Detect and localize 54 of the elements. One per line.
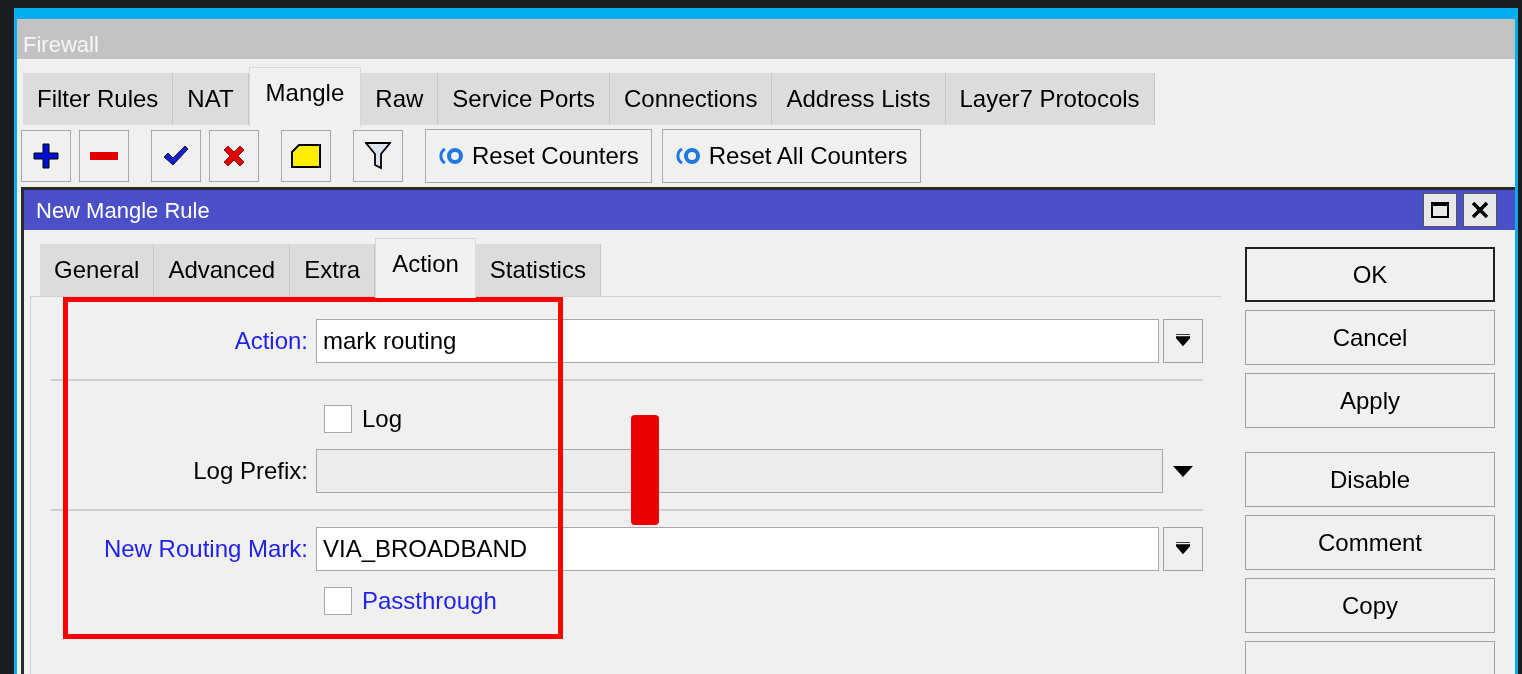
dropdown-button[interactable] <box>1163 527 1203 571</box>
close-icon <box>1471 201 1489 219</box>
tab[interactable]: Filter Rules <box>23 73 174 125</box>
dialog-button[interactable]: Comment <box>1245 515 1495 570</box>
tab[interactable]: Service Ports <box>438 73 611 125</box>
comment-button[interactable] <box>281 130 331 182</box>
arrow-down-to-line-icon <box>1176 542 1190 556</box>
add-button[interactable] <box>21 130 71 182</box>
tab[interactable]: Mangle <box>248 67 362 127</box>
arrow-down-to-line-icon <box>1176 334 1190 348</box>
dialog-button[interactable]: OK <box>1245 247 1495 302</box>
tab[interactable]: Action <box>375 238 476 298</box>
minus-icon <box>90 152 118 160</box>
funnel-icon <box>365 142 391 170</box>
enable-button[interactable] <box>151 130 201 182</box>
input-field[interactable]: VIA_BROADBAND <box>316 527 1159 571</box>
checkbox-label: Passthrough <box>362 586 497 616</box>
maximize-button[interactable] <box>1423 193 1457 227</box>
note-icon <box>291 144 321 168</box>
reset-icon <box>438 147 466 165</box>
tab[interactable]: Extra <box>290 244 376 296</box>
dialog-title: New Mangle Rule <box>36 196 210 225</box>
dialog-button[interactable]: Cancel <box>1245 310 1495 365</box>
remove-button[interactable] <box>79 130 129 182</box>
field-label: Action: <box>233 326 309 356</box>
tab[interactable]: Address Lists <box>772 73 946 125</box>
triangle-down-icon <box>1173 465 1193 477</box>
dialog-button[interactable]: Copy <box>1245 578 1495 633</box>
reset-button[interactable]: Reset All Counters <box>661 129 921 183</box>
checkbox-label: Log <box>362 404 403 434</box>
tab[interactable]: NAT <box>173 73 249 125</box>
tab[interactable]: Statistics <box>475 244 601 296</box>
reset-button[interactable]: Reset Counters <box>425 129 652 183</box>
close-button[interactable] <box>1463 193 1497 227</box>
maximize-icon <box>1431 202 1449 218</box>
field-label: Log Prefix: <box>192 456 309 486</box>
tab[interactable]: Layer7 Protocols <box>945 73 1155 125</box>
tab[interactable]: Raw <box>361 73 439 125</box>
check-icon <box>163 145 189 167</box>
plus-icon <box>33 143 59 169</box>
dialog-button[interactable]: Apply <box>1245 373 1495 428</box>
checkbox[interactable] <box>324 405 352 433</box>
input-field[interactable]: mark routing <box>316 319 1159 363</box>
dialog-button[interactable]: Disable <box>1245 452 1495 507</box>
x-icon <box>222 144 246 168</box>
filter-button[interactable] <box>353 130 403 182</box>
tab[interactable]: Connections <box>610 73 773 125</box>
tab[interactable]: General <box>40 244 155 296</box>
checkbox[interactable] <box>324 587 352 615</box>
field-label: New Routing Mark: <box>102 534 309 564</box>
dropdown-button[interactable] <box>1163 319 1203 363</box>
tab[interactable]: Advanced <box>154 244 291 296</box>
disable-button[interactable] <box>209 130 259 182</box>
reset-icon <box>674 147 703 165</box>
